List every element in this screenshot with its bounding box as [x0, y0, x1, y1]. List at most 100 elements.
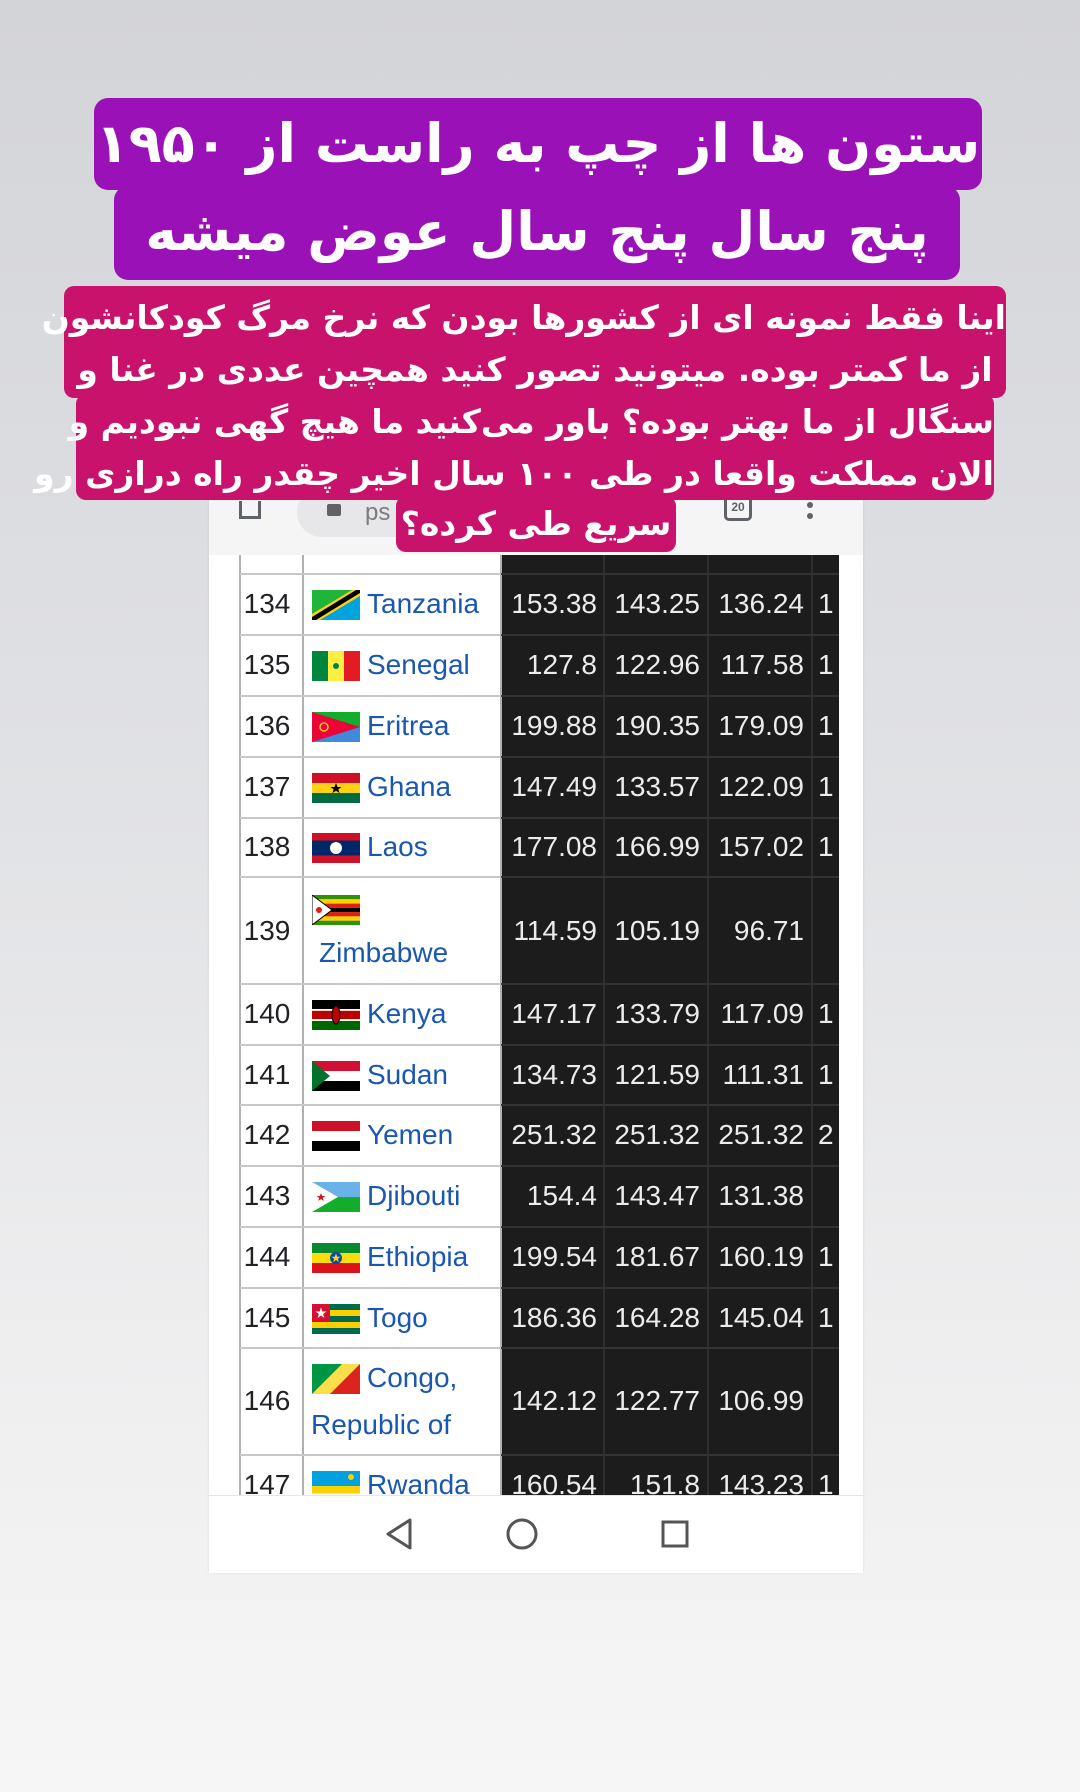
eritrea-flag-icon [312, 712, 360, 742]
table-row: 143 Djibouti 154.4 143.47 131.38 [209, 1166, 863, 1227]
table-row: 141 Sudan 134.73 121.59 111.31 1 [209, 1045, 863, 1105]
value-cell-partial: 1 [818, 710, 834, 741]
table-row: 140 Kenya 147.17 133.79 117.09 1 [209, 984, 863, 1045]
value-cell: 134.73 [511, 1059, 597, 1090]
country-link[interactable]: Rwanda [367, 1469, 470, 1495]
value-cell: 111.31 [722, 1059, 804, 1090]
rank-cell: 138 [243, 831, 291, 862]
value-cell: 136.24 [718, 588, 804, 619]
country-link[interactable]: Laos [367, 831, 428, 863]
country-link[interactable]: Zimbabwe [319, 937, 448, 969]
country-link[interactable]: Kenya [367, 998, 446, 1030]
value-cell: 127.8 [526, 649, 597, 680]
table-row: 142 Yemen 251.32 251.32 251.32 2 [209, 1105, 863, 1166]
android-nav-bar [209, 1495, 863, 1573]
value-cell: 190.35 [614, 710, 700, 741]
value-cell: 251.32 [614, 1119, 700, 1150]
value-cell: 157.02 [718, 831, 804, 862]
value-cell: 143.25 [614, 588, 700, 619]
table-row: 134 Tanzania 153.38 143.25 136.24 1 [209, 574, 863, 635]
phone-screenshot: ps 20 134 Tanzania 153.38 143.25 136.24 … [209, 455, 863, 1573]
value-cell: 166.99 [614, 831, 700, 862]
body-line-1: اینا فقط نمونه ای از کشورها بودن که نرخ … [41, 298, 1006, 337]
rank-cell: 135 [243, 649, 291, 680]
rwanda-flag-icon [312, 1471, 360, 1494]
value-cell-partial: 2 [818, 1119, 834, 1150]
rank-cell: 137 [243, 771, 291, 802]
country-link[interactable]: Yemen [367, 1119, 453, 1151]
djibouti-flag-icon [312, 1182, 360, 1212]
value-cell-partial: 1 [818, 831, 834, 862]
value-cell: 143.47 [614, 1180, 700, 1211]
value-cell: 181.67 [614, 1241, 700, 1272]
table-row: 138 Laos 177.08 166.99 157.02 1 [209, 818, 863, 877]
rank-cell: 136 [243, 710, 291, 741]
lock-icon [327, 504, 341, 516]
url-text: ps [365, 499, 391, 526]
title-line-1: ستون ها از چپ به راست از ۱۹۵۰ [95, 112, 981, 175]
value-cell: 151.8 [629, 1469, 700, 1495]
value-cell-partial: 1 [818, 1059, 834, 1090]
senegal-flag-icon [312, 651, 360, 681]
value-cell: 122.09 [718, 771, 804, 802]
value-cell: 160.54 [511, 1469, 597, 1495]
value-cell-partial: 1 [818, 1302, 834, 1333]
body-line-3: سنگال از ما بهتر بوده؟ باور می‌کنید ما ه… [68, 402, 994, 441]
country-link-continued[interactable]: Republic of [311, 1409, 451, 1441]
table-row: 144 Ethiopia 199.54 181.67 160.19 1 [209, 1227, 863, 1288]
value-cell-partial: 1 [818, 1241, 834, 1272]
value-cell: 251.32 [511, 1119, 597, 1150]
zimbabwe-flag-icon [312, 895, 360, 925]
value-cell: 143.23 [718, 1469, 804, 1495]
home-icon[interactable] [239, 501, 261, 519]
kenya-flag-icon [312, 1000, 360, 1030]
rank-cell: 143 [243, 1180, 291, 1211]
rank-cell: 139 [243, 915, 291, 946]
table-row: 147 Rwanda 160.54 151.8 143.23 1 [209, 1455, 863, 1495]
country-link[interactable]: Djibouti [367, 1180, 460, 1212]
rank-cell: 140 [243, 998, 291, 1029]
home-circle-icon[interactable] [505, 1517, 539, 1551]
body-line-2: از ما کمتر بوده. میتونید تصور کنید همچین… [77, 350, 993, 389]
value-cell: 106.99 [718, 1385, 804, 1416]
rank-cell: 142 [243, 1119, 291, 1150]
value-cell: 122.77 [614, 1385, 700, 1416]
rank-cell: 134 [243, 588, 291, 619]
value-cell: 154.4 [526, 1180, 597, 1211]
country-link[interactable]: Sudan [367, 1059, 448, 1091]
country-link[interactable]: Eritrea [367, 710, 449, 742]
togo-flag-icon [312, 1304, 360, 1334]
rank-cell: 147 [243, 1469, 291, 1495]
value-cell: 147.49 [511, 771, 597, 802]
back-triangle-icon[interactable] [384, 1517, 414, 1551]
value-cell: 199.54 [511, 1241, 597, 1272]
value-cell: 145.04 [718, 1302, 804, 1333]
data-table: 134 Tanzania 153.38 143.25 136.24 1 135 … [209, 555, 863, 1495]
country-link[interactable]: Tanzania [367, 588, 479, 620]
value-cell: 251.32 [718, 1119, 804, 1150]
value-cell: 142.12 [511, 1385, 597, 1416]
congo-flag-icon [312, 1364, 360, 1394]
value-cell: 179.09 [718, 710, 804, 741]
recents-square-icon[interactable] [661, 1520, 689, 1548]
ghana-flag-icon [312, 773, 360, 803]
value-cell-partial: 1 [818, 588, 834, 619]
tanzania-flag-icon [312, 590, 360, 620]
rank-cell: 144 [243, 1241, 291, 1272]
rank-cell: 145 [243, 1302, 291, 1333]
value-cell-partial: 1 [818, 998, 834, 1029]
country-link[interactable]: Togo [367, 1302, 428, 1334]
value-cell: 160.19 [718, 1241, 804, 1272]
body-line-5: سریع طی کرده؟ [400, 504, 672, 543]
value-cell-partial: 1 [818, 1469, 834, 1495]
value-cell: 131.38 [718, 1180, 804, 1211]
value-cell: 96.71 [733, 915, 804, 946]
country-link[interactable]: Ghana [367, 771, 451, 803]
rank-cell: 146 [243, 1385, 291, 1416]
value-cell: 186.36 [511, 1302, 597, 1333]
table-row: 139 Zimbabwe 114.59 105.19 96.71 [209, 877, 863, 984]
country-link[interactable]: Senegal [367, 649, 470, 681]
country-link[interactable]: Congo, [367, 1362, 457, 1394]
rank-cell: 141 [243, 1059, 291, 1090]
country-link[interactable]: Ethiopia [367, 1241, 468, 1273]
